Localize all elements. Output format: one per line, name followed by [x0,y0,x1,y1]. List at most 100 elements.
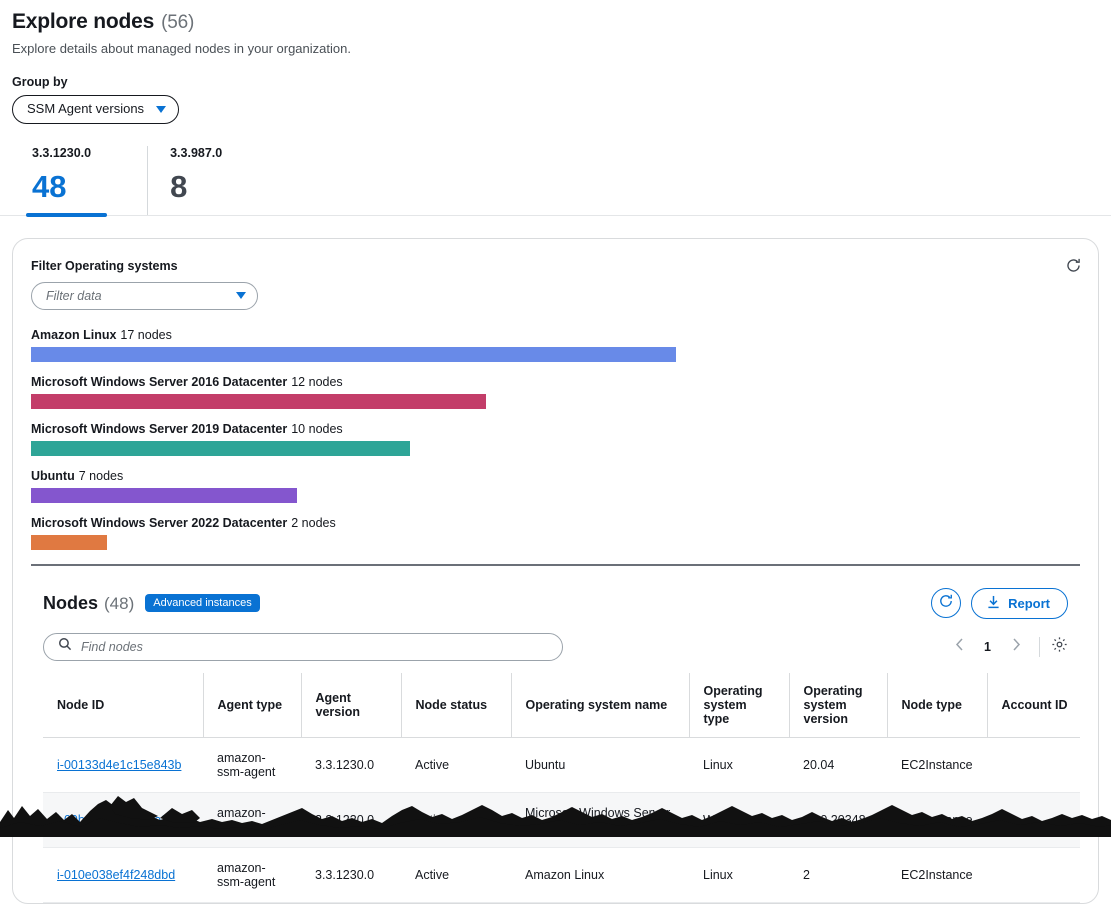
bar-category-name: Microsoft Windows Server 2022 Datacenter [31,516,287,530]
bar-value-label: 2 nodes [291,516,335,530]
cell-os-version: 20.04 [789,737,887,792]
cell-node-type: EC2Instance [887,792,987,847]
nodes-table-head: Node ID Agent type Agent version Node st… [43,673,1080,738]
bar-value-label: 17 nodes [120,328,171,342]
cell-os-name: Microsoft Windows Server 2022 Datacenter [511,792,689,847]
search-input[interactable]: Find nodes [43,633,563,661]
chevron-down-icon [236,292,246,299]
filter-data-input[interactable]: Filter data [31,282,258,310]
tab-version-label: 3.3.1230.0 [32,146,91,160]
search-icon [58,637,72,656]
node-id-link[interactable]: i-010e038ef4f248dbd [57,868,175,882]
bar-fill[interactable] [31,488,297,503]
bar-label: Microsoft Windows Server 2022 Datacenter… [31,516,1080,530]
bar-row: Microsoft Windows Server 2016 Datacenter… [31,375,1080,409]
refresh-icon[interactable] [1065,257,1082,279]
bar-value-label: 7 nodes [79,469,123,483]
download-icon [987,595,1000,612]
bar-label: Microsoft Windows Server 2019 Datacenter… [31,422,1080,436]
bar-fill[interactable] [31,347,676,362]
tab-version-3-3-987-0[interactable]: 3.3.987.0 8 [147,146,278,215]
column-header-node-id[interactable]: Node ID [43,673,203,738]
search-row: Find nodes 1 [31,619,1080,661]
gear-icon [1051,636,1068,658]
refresh-button[interactable] [931,588,961,618]
cell-node-id: i-00133d4e1c15e843b [43,737,203,792]
bar-row: Ubuntu7 nodes [31,469,1080,503]
cell-agent-version: 3.3.1230.0 [301,792,401,847]
cell-node-id: i-00ba99a313b84a821 [43,792,203,847]
tab-selected-underline [26,213,107,217]
chevron-down-icon [156,106,166,113]
nodes-table-body: i-00133d4e1c15e843b amazon-ssm-agent3.3.1… [43,737,1080,902]
cell-node-type: EC2Instance [887,737,987,792]
table-row: i-00ba99a313b84a821amazon-ssm-agent3.3.1… [43,792,1080,847]
column-header-os-version[interactable]: Operating system version [789,673,887,738]
bar-row: Microsoft Windows Server 2022 Datacenter… [31,516,1080,550]
nodes-title-wrap: Nodes (48) Advanced instances [43,593,260,614]
bar-fill[interactable] [31,394,486,409]
refresh-icon [938,593,954,614]
nodes-title: Nodes (48) [43,593,134,614]
page-title-text: Explore nodes [12,10,154,34]
search-placeholder: Find nodes [81,640,143,654]
table-settings-button[interactable] [1051,636,1068,658]
advanced-instances-badge: Advanced instances [145,594,259,612]
group-by-section: Group by SSM Agent versions [12,75,1111,124]
cell-os-type: Windows [689,792,789,847]
nodes-table-wrap: Node ID Agent type Agent version Node st… [31,673,1080,903]
cell-os-version: 2 [789,847,887,902]
group-by-selected-value: SSM Agent versions [27,101,144,118]
table-row: i-010e038ef4f248dbdamazon-ssm-agent3.3.1… [43,847,1080,902]
cell-os-name: Ubuntu [511,737,689,792]
node-id-link[interactable]: i-00ba99a313b84a821 [57,813,182,827]
nodes-title-text: Nodes [43,593,98,614]
column-header-agent-version[interactable]: Agent version [301,673,401,738]
column-header-os-name[interactable]: Operating system name [511,673,689,738]
nodes-table: Node ID Agent type Agent version Node st… [43,673,1080,903]
bar-label: Microsoft Windows Server 2016 Datacenter… [31,375,1080,389]
cell-os-type: Linux [689,737,789,792]
filter-title: Filter Operating systems [31,259,1080,273]
cell-account-id [987,792,1080,847]
node-id-link[interactable]: i-00133d4e1c15e843b [57,758,181,772]
column-header-agent-type[interactable]: Agent type [203,673,301,738]
pagination: 1 [947,635,1068,659]
cell-node-type: EC2Instance [887,847,987,902]
version-tabs: 3.3.1230.0 48 3.3.987.0 8 [0,146,1111,216]
column-header-node-type[interactable]: Node type [887,673,987,738]
report-button[interactable]: Report [971,588,1068,619]
bar-category-name: Microsoft Windows Server 2016 Datacenter [31,375,287,389]
nodes-header: Nodes (48) Advanced instances [31,566,1080,619]
bar-category-name: Microsoft Windows Server 2019 Datacenter [31,422,287,436]
page-header: Explore nodes (56) Explore details about… [0,0,1111,124]
tab-version-count: 48 [32,169,91,205]
cell-agent-type: amazon-ssm-agent [203,737,301,792]
page-title: Explore nodes (56) [12,10,1111,34]
bar-fill[interactable] [31,441,410,456]
nodes-title-count: (48) [104,594,134,614]
page-subtitle: Explore details about managed nodes in y… [12,41,1111,56]
cell-node-id: i-010e038ef4f248dbd [43,847,203,902]
cell-node-status: Active [401,792,511,847]
chevron-left-icon [955,638,964,656]
group-by-select[interactable]: SSM Agent versions [12,95,179,124]
tab-version-3-3-1230-0[interactable]: 3.3.1230.0 48 [12,146,147,215]
operating-systems-card: Filter Operating systems Filter data Ama… [12,238,1099,904]
pagination-page-1[interactable]: 1 [975,640,1000,654]
column-header-node-status[interactable]: Node status [401,673,511,738]
cell-node-status: Active [401,847,511,902]
os-bar-chart: Amazon Linux17 nodesMicrosoft Windows Se… [31,328,1080,550]
pagination-next-button[interactable] [1004,635,1028,659]
column-header-account-id[interactable]: Account ID [987,673,1080,738]
cell-os-name: Amazon Linux [511,847,689,902]
bar-fill[interactable] [31,535,107,550]
column-header-os-type[interactable]: Operating system type [689,673,789,738]
pagination-prev-button[interactable] [947,635,971,659]
bar-value-label: 12 nodes [291,375,342,389]
bar-value-label: 10 nodes [291,422,342,436]
report-button-label: Report [1008,596,1050,611]
cell-account-id [987,847,1080,902]
cell-os-version: 10.0.20348 [789,792,887,847]
bar-label: Ubuntu7 nodes [31,469,1080,483]
